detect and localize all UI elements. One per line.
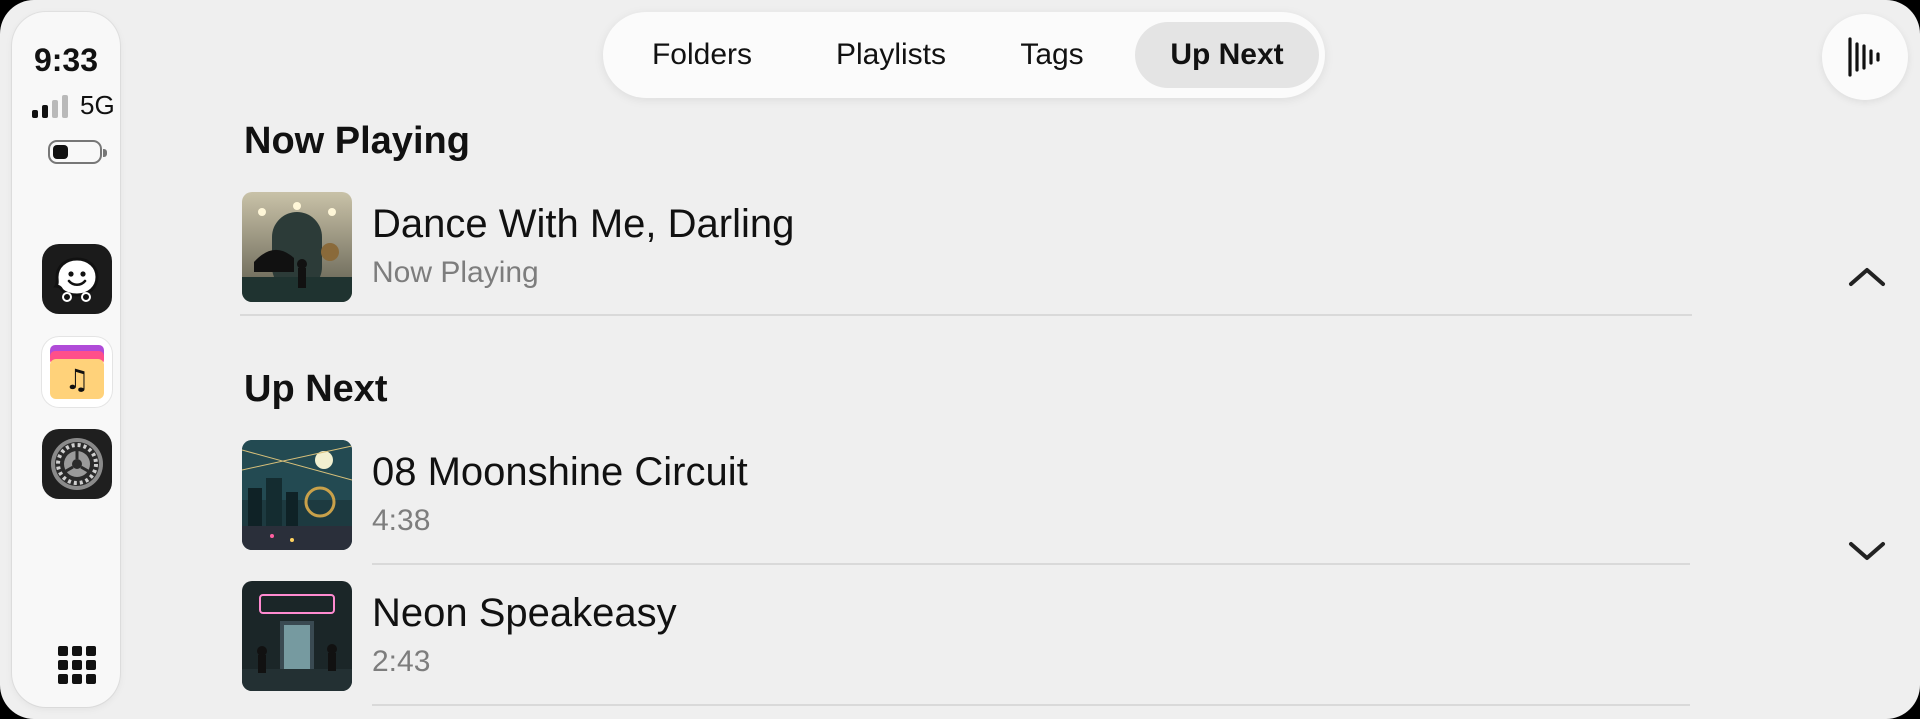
music-folder-app-icon[interactable]: ♫ [42, 337, 112, 407]
now-playing-row[interactable]: Dance With Me, Darling Now Playing [242, 192, 1692, 304]
segmented-tab-bar: Folders Playlists Tags Up Next [603, 12, 1325, 98]
network-type: 5G [80, 90, 115, 120]
now-playing-heading: Now Playing [244, 120, 470, 162]
waveform-icon [1848, 37, 1880, 77]
svg-text:♫: ♫ [64, 363, 89, 396]
signal-bar-icon [42, 105, 48, 118]
status-time: 9:33 [33, 42, 99, 78]
track-duration: 2:43 [372, 645, 431, 678]
track-title: Dance With Me, Darling [372, 202, 795, 246]
battery-icon [48, 140, 107, 164]
scroll-down-button[interactable] [1845, 536, 1889, 566]
waze-app-icon[interactable] [42, 244, 112, 314]
signal-bar-icon [62, 95, 68, 118]
now-playing-button[interactable] [1822, 14, 1908, 100]
chevron-down-icon [1849, 542, 1885, 560]
settings-app-icon[interactable] [42, 429, 112, 499]
chevron-up-icon [1849, 268, 1885, 286]
track-subtitle: Now Playing [372, 256, 539, 289]
track-title: Neon Speakeasy [372, 591, 677, 635]
signal-bar-icon [32, 110, 38, 118]
track-title: 08 Moonshine Circuit [372, 450, 748, 494]
tab-up-next[interactable]: Up Next [1135, 22, 1319, 88]
divider [240, 314, 1692, 316]
album-art [242, 440, 352, 550]
track-duration: 4:38 [372, 504, 431, 537]
divider [372, 563, 1690, 565]
tab-folders[interactable]: Folders [623, 22, 781, 88]
divider [372, 704, 1690, 706]
scroll-up-button[interactable] [1845, 262, 1889, 292]
app-grid-icon[interactable] [58, 646, 96, 684]
album-art [242, 581, 352, 691]
queue-row[interactable]: 08 Moonshine Circuit 4:38 [242, 440, 1692, 552]
cellular-signal: 5G [32, 92, 115, 118]
queue-row[interactable]: Neon Speakeasy 2:43 [242, 581, 1692, 693]
up-next-heading: Up Next [244, 368, 388, 410]
tab-playlists[interactable]: Playlists [805, 22, 977, 88]
tab-tags[interactable]: Tags [1001, 22, 1103, 88]
carplay-dock: 9:33 5G ♫ [12, 12, 120, 707]
carplay-screen: 9:33 5G ♫ Folders Playlists Tags Up Next… [0, 0, 1920, 719]
album-art [242, 192, 352, 302]
signal-bar-icon [52, 100, 58, 118]
